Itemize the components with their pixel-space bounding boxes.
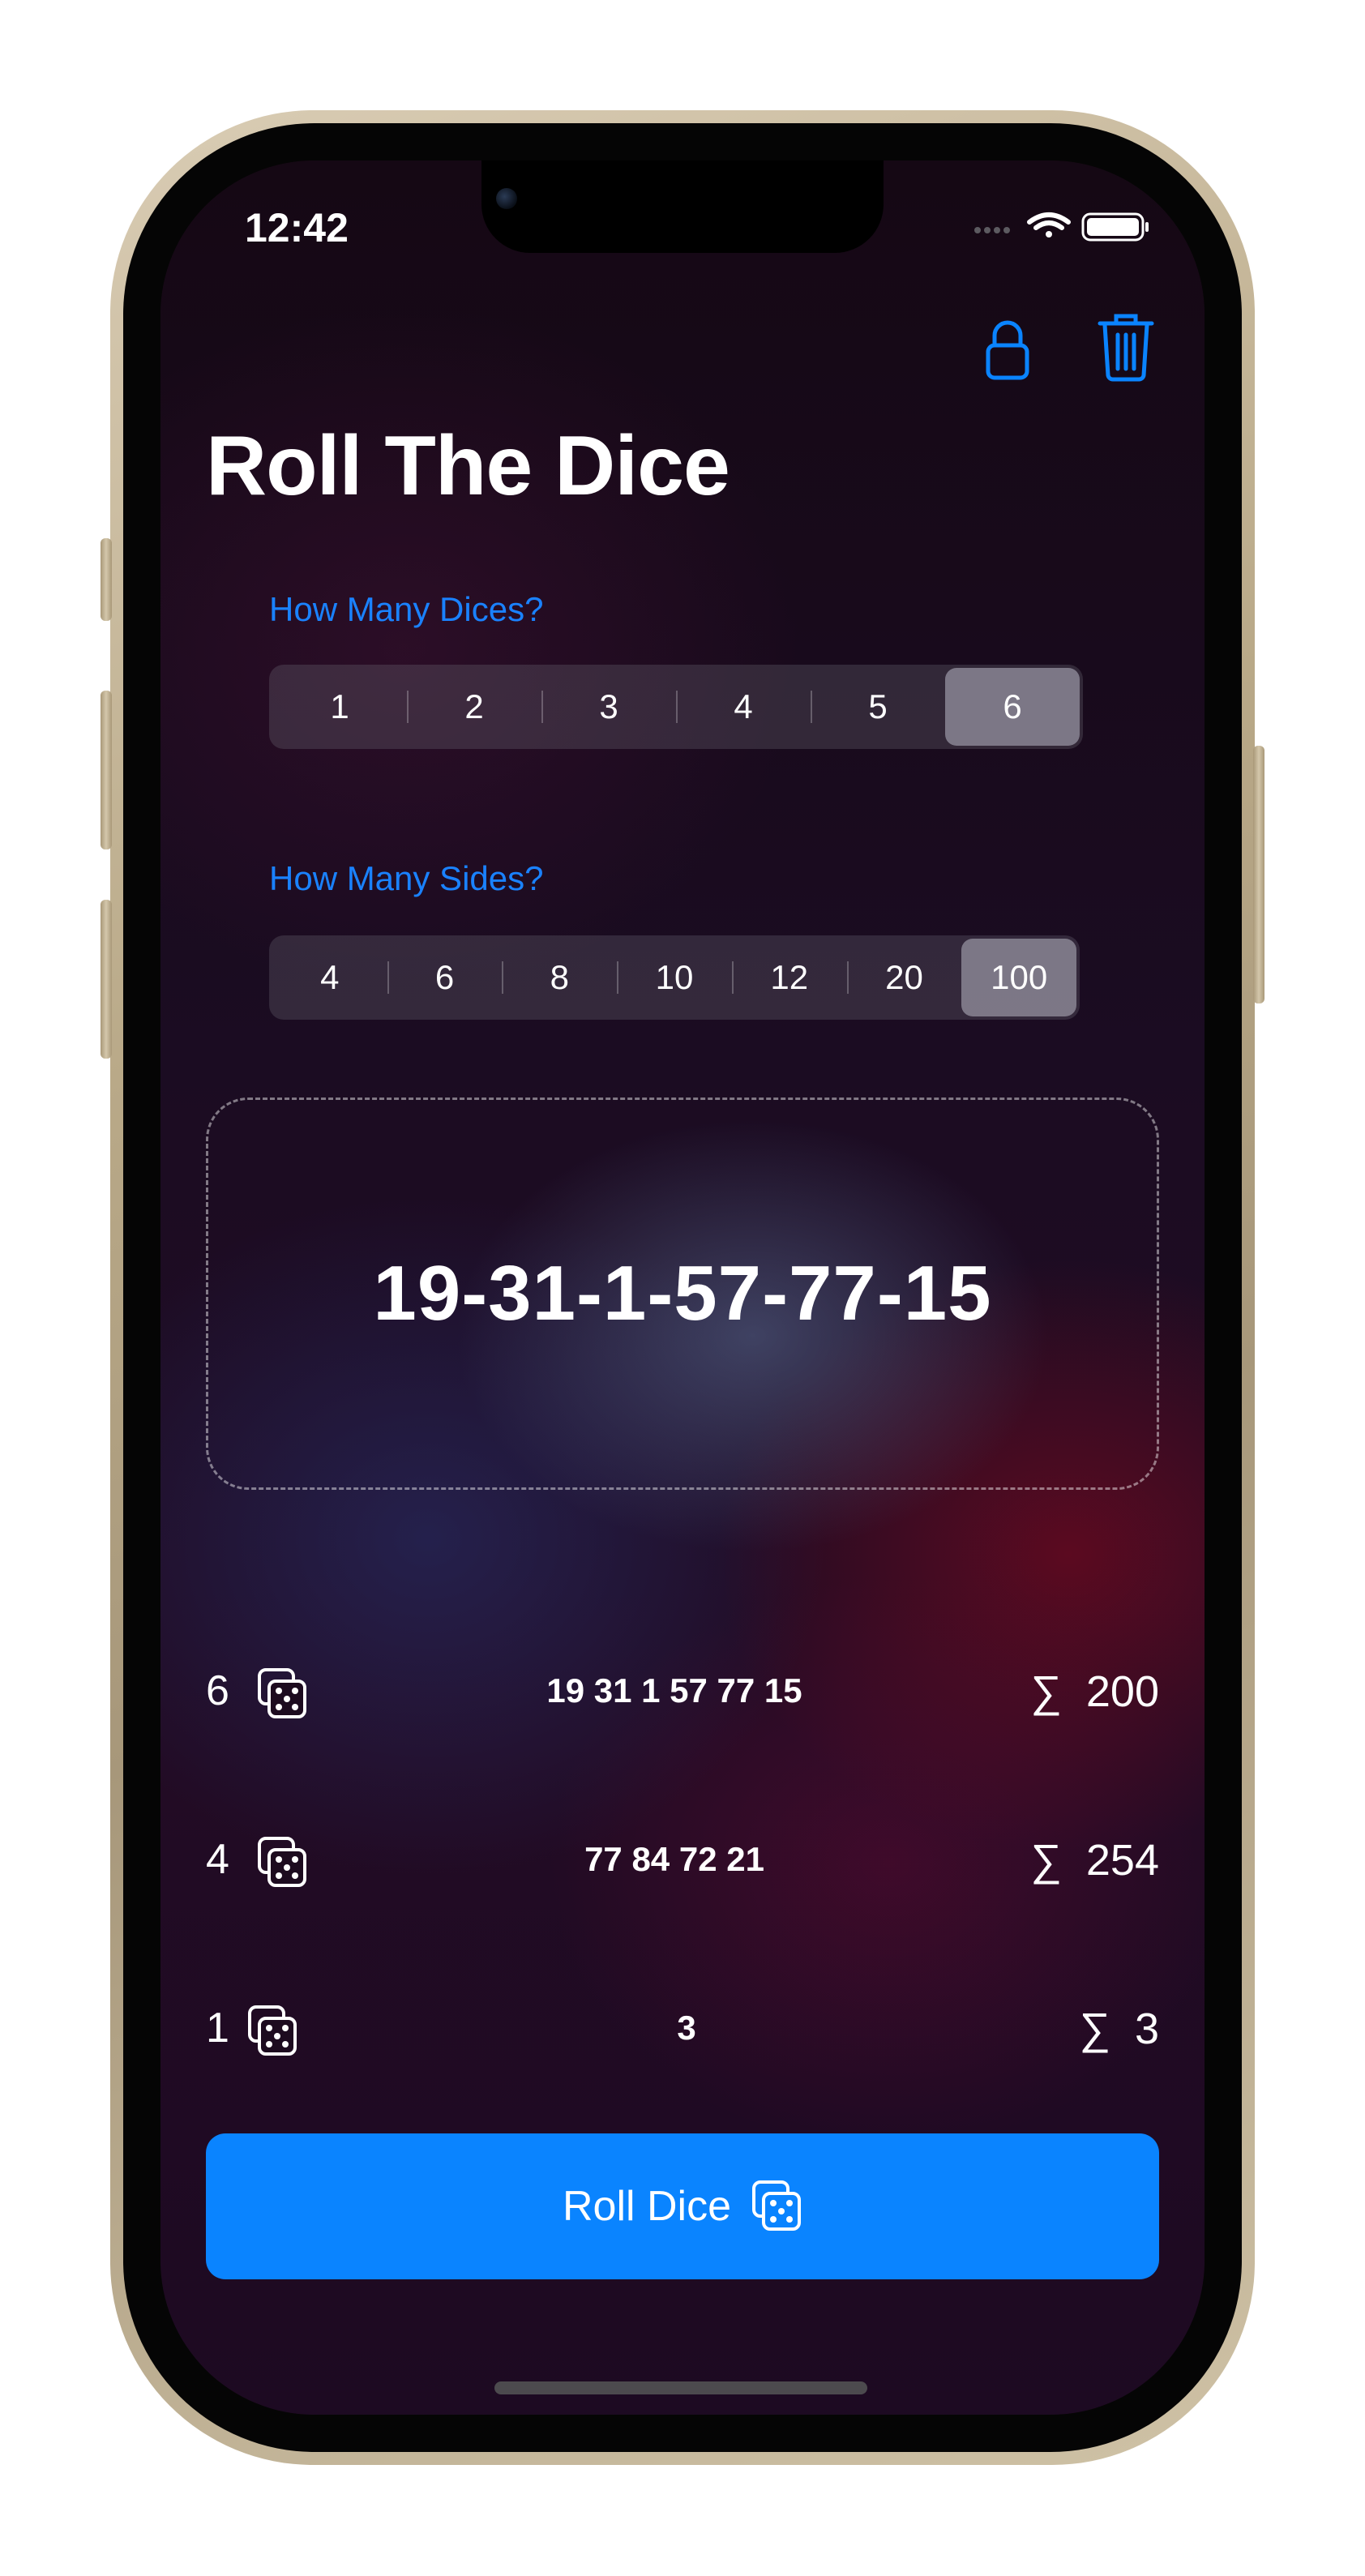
history-rolls: 19 31 1 57 77 15 [546, 1671, 802, 1709]
home-indicator [494, 2381, 867, 2394]
volume-up-button [101, 691, 112, 849]
roll-dice-label: Roll Dice [562, 2183, 732, 2230]
volume-down-button [101, 900, 112, 1059]
dice-count-option-5[interactable]: 5 [811, 668, 945, 746]
sides-count-picker: 4 6 8 10 12 20 100 [269, 935, 1080, 1020]
roll-dice-button[interactable]: Roll Dice [206, 2133, 1159, 2279]
notch [481, 160, 884, 253]
lock-button[interactable] [971, 310, 1044, 391]
sides-count-label: How Many Sides? [269, 859, 544, 897]
history-sum-value: 254 [1085, 1836, 1159, 1885]
history-row: 6 19 31 1 57 77 15 ∑ 200 [206, 1647, 1159, 1744]
battery-icon [1081, 212, 1149, 242]
dice-count-option-6[interactable]: 6 [945, 668, 1080, 746]
history-sum: ∑ 200 [1030, 1667, 1159, 1717]
lock-icon [986, 320, 1029, 380]
dice-icon [752, 2180, 802, 2231]
cellular-signal-icon [974, 227, 1010, 233]
sides-count-option-12[interactable]: 12 [731, 939, 847, 1016]
device-mockup: { "status_bar": { "time": "12:42" }, "to… [0, 0, 1365, 2576]
page-title: Roll The Dice [206, 419, 730, 513]
mute-switch [101, 538, 112, 621]
trash-icon [1098, 314, 1154, 382]
sum-symbol: ∑ [1030, 1836, 1062, 1885]
sides-count-option-4[interactable]: 4 [272, 939, 387, 1016]
dice-count-label: How Many Dices? [269, 590, 544, 628]
history-rolls: 3 [677, 2009, 696, 2047]
sum-symbol: ∑ [1030, 1667, 1062, 1716]
front-camera [496, 188, 517, 209]
sum-symbol: ∑ [1079, 2005, 1110, 2053]
history-row: 4 77 84 72 21 ∑ 254 [206, 1816, 1159, 1913]
history-rolls: 77 84 72 21 [584, 1840, 764, 1878]
history-sum: ∑ 3 [1079, 2004, 1159, 2054]
app-screen: 12:42 Roll The Dice How Many Dices? 1 2 … [160, 160, 1205, 2415]
dice-count-option-4[interactable]: 4 [676, 668, 811, 746]
sides-count-option-6[interactable]: 6 [387, 939, 503, 1016]
sides-count-option-8[interactable]: 8 [502, 939, 617, 1016]
history-sum-value: 200 [1085, 1667, 1159, 1716]
power-button [1253, 746, 1264, 1003]
dice-count-option-3[interactable]: 3 [541, 668, 676, 746]
history-row: 1 3 ∑ 3 [206, 1984, 1159, 2082]
history-sum: ∑ 254 [1030, 1835, 1159, 1885]
dice-count-option-1[interactable]: 1 [272, 668, 407, 746]
wifi-icon [1027, 212, 1071, 237]
delete-history-button[interactable] [1089, 306, 1162, 387]
dice-count-picker: 123456 [269, 665, 1083, 749]
status-time: 12:42 [245, 205, 349, 250]
result-display: 19-31-1-57-77-15 [206, 1098, 1159, 1490]
status-icons [974, 212, 1149, 242]
history-sum-value: 3 [1134, 2005, 1159, 2053]
sides-count-option-20[interactable]: 20 [846, 939, 962, 1016]
sides-count-option-100[interactable]: 100 [961, 939, 1077, 1016]
result-text: 19-31-1-57-77-15 [373, 1250, 992, 1337]
sides-count-option-10[interactable]: 10 [617, 939, 732, 1016]
dice-count-option-2[interactable]: 2 [407, 668, 541, 746]
